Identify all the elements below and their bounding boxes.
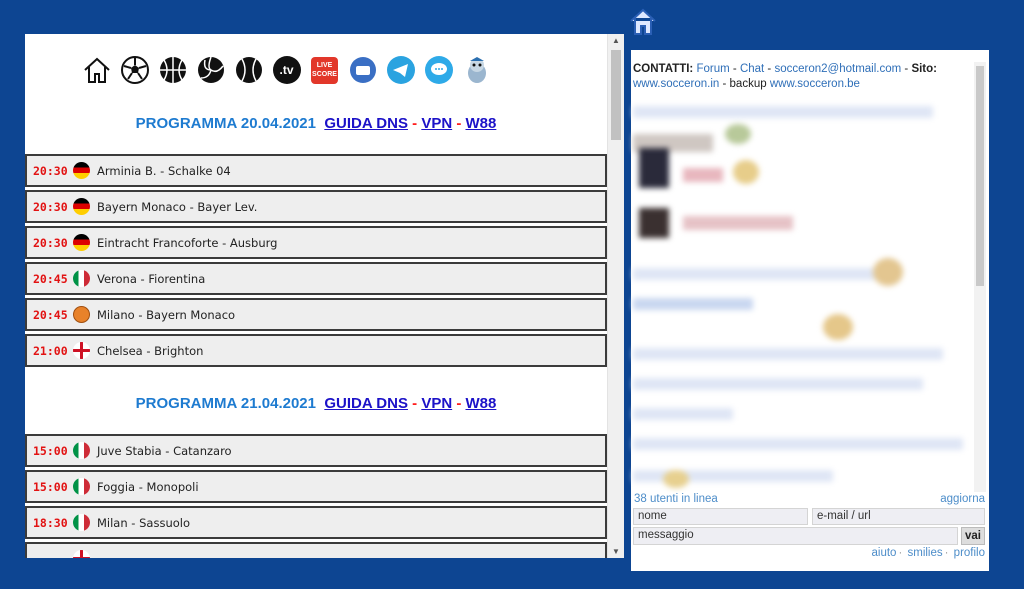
- site-link[interactable]: www.socceron.in: [633, 78, 719, 90]
- forum-icon[interactable]: [347, 55, 378, 86]
- match-row[interactable]: 18:30 Milan - Sassuolo: [25, 506, 607, 539]
- match-row[interactable]: 20:45 Verona - Fiorentina: [25, 262, 607, 295]
- match-name: Eintracht Francoforte - Ausburg: [97, 235, 278, 250]
- match-row-partial[interactable]: [25, 542, 607, 558]
- baseball-icon[interactable]: [233, 55, 264, 86]
- germany-flag-icon: [73, 162, 90, 179]
- refresh-link[interactable]: aggiorna: [940, 493, 985, 505]
- match-name: Bayern Monaco - Bayer Lev.: [97, 199, 258, 214]
- match-list: 20:30 Arminia B. - Schalke 04 20:30 Baye…: [25, 154, 607, 370]
- sport-icon-bar: .tv LIVE SCORE: [81, 54, 551, 86]
- schedule-scrollbar[interactable]: ▲ ▼: [607, 34, 624, 558]
- site-label: Sito:: [911, 63, 937, 75]
- send-button[interactable]: vai: [961, 527, 985, 545]
- message-field[interactable]: messaggio: [633, 527, 958, 545]
- forum-link[interactable]: Forum: [696, 63, 729, 75]
- germany-flag-icon: [73, 234, 90, 251]
- smilies-link[interactable]: smilies: [907, 547, 942, 559]
- match-name: Juve Stabia - Catanzaro: [97, 443, 232, 458]
- match-name: Milano - Bayern Monaco: [97, 307, 236, 322]
- schedule-scroll-area[interactable]: .tv LIVE SCORE PROGRAMMA 20.04.2021 GUID…: [25, 34, 607, 558]
- match-row[interactable]: 15:00 Juve Stabia - Catanzaro: [25, 434, 607, 467]
- chat-scroll-thumb[interactable]: [976, 66, 984, 286]
- home-icon[interactable]: [628, 7, 658, 37]
- program-header: PROGRAMMA 21.04.2021 GUIDA DNS - VPN - W…: [135, 395, 497, 412]
- match-name: Chelsea - Brighton: [97, 343, 204, 358]
- match-list: 15:00 Juve Stabia - Catanzaro 15:00 Fogg…: [25, 434, 607, 558]
- basketball-icon: [73, 306, 90, 323]
- match-name: Foggia - Monopoli: [97, 479, 199, 494]
- england-flag-icon: [73, 342, 90, 359]
- mascot-icon[interactable]: [461, 55, 492, 86]
- telegram-icon[interactable]: [385, 55, 416, 86]
- basketball-icon[interactable]: [157, 55, 188, 86]
- match-row[interactable]: 20:30 Arminia B. - Schalke 04: [25, 154, 607, 187]
- soccer-ball-icon[interactable]: [119, 55, 150, 86]
- email-url-field[interactable]: e-mail / url: [812, 508, 985, 525]
- match-time: 20:45: [33, 271, 68, 286]
- match-name: Milan - Sassuolo: [97, 515, 190, 530]
- match-time: 20:30: [33, 163, 68, 178]
- chat-bubble-icon[interactable]: [423, 55, 454, 86]
- match-time: 18:30: [33, 515, 68, 530]
- match-row[interactable]: 20:45 Milano - Bayern Monaco: [25, 298, 607, 331]
- match-row[interactable]: 20:30 Bayern Monaco - Bayer Lev.: [25, 190, 607, 223]
- home-icon[interactable]: [81, 55, 112, 86]
- chat-footer-links: aiuto · smilies · profilo: [871, 547, 986, 559]
- contacts-line: CONTATTI: Forum - Chat - socceron2@hotma…: [633, 63, 937, 90]
- profile-link[interactable]: profilo: [954, 547, 985, 559]
- program-date: PROGRAMMA 21.04.2021: [135, 395, 316, 412]
- w88-link[interactable]: W88: [466, 115, 497, 132]
- scroll-down-icon[interactable]: ▼: [612, 547, 620, 556]
- guida-dns-link[interactable]: GUIDA DNS: [324, 115, 408, 132]
- italy-flag-icon: [73, 442, 90, 459]
- match-name: Verona - Fiorentina: [97, 271, 206, 286]
- match-time: 20:45: [33, 307, 68, 322]
- scroll-thumb[interactable]: [611, 50, 621, 140]
- scroll-up-icon[interactable]: ▲: [612, 36, 620, 45]
- match-row[interactable]: 21:00 Chelsea - Brighton: [25, 334, 607, 367]
- contacts-label: CONTATTI:: [633, 63, 694, 75]
- chat-scrollbar[interactable]: [974, 62, 986, 492]
- help-link[interactable]: aiuto: [872, 547, 897, 559]
- email-link[interactable]: socceron2@hotmail.com: [774, 63, 901, 75]
- chat-link[interactable]: Chat: [740, 63, 764, 75]
- match-time: 15:00: [33, 479, 68, 494]
- match-time: 20:30: [33, 199, 68, 214]
- backup-label: backup: [729, 78, 767, 90]
- blurred-chat-messages: [633, 98, 971, 488]
- match-row[interactable]: 15:00 Foggia - Monopoli: [25, 470, 607, 503]
- match-time: 15:00: [33, 443, 68, 458]
- italy-flag-icon: [73, 478, 90, 495]
- match-row[interactable]: 20:30 Eintracht Francoforte - Ausburg: [25, 226, 607, 259]
- italy-flag-icon: [73, 270, 90, 287]
- match-name: Arminia B. - Schalke 04: [97, 163, 231, 178]
- users-online: 38 utenti in linea: [634, 493, 718, 505]
- italy-flag-icon: [73, 514, 90, 531]
- germany-flag-icon: [73, 198, 90, 215]
- match-time: 21:00: [33, 343, 68, 358]
- schedule-panel: .tv LIVE SCORE PROGRAMMA 20.04.2021 GUID…: [25, 34, 624, 558]
- tv-icon[interactable]: .tv: [271, 55, 302, 86]
- guida-dns-link[interactable]: GUIDA DNS: [324, 395, 408, 412]
- chat-panel: CONTATTI: Forum - Chat - socceron2@hotma…: [631, 50, 989, 571]
- w88-link[interactable]: W88: [466, 395, 497, 412]
- live-score-icon[interactable]: LIVE SCORE: [309, 55, 340, 86]
- program-header: PROGRAMMA 20.04.2021 GUIDA DNS - VPN - W…: [135, 115, 497, 132]
- name-field[interactable]: nome: [633, 508, 808, 525]
- backup-site-link[interactable]: www.socceron.be: [770, 78, 860, 90]
- volleyball-icon[interactable]: [195, 55, 226, 86]
- program-date: PROGRAMMA 20.04.2021: [135, 115, 316, 132]
- vpn-link[interactable]: VPN: [421, 115, 452, 132]
- vpn-link[interactable]: VPN: [421, 395, 452, 412]
- match-time: 20:30: [33, 235, 68, 250]
- england-flag-icon: [73, 550, 90, 558]
